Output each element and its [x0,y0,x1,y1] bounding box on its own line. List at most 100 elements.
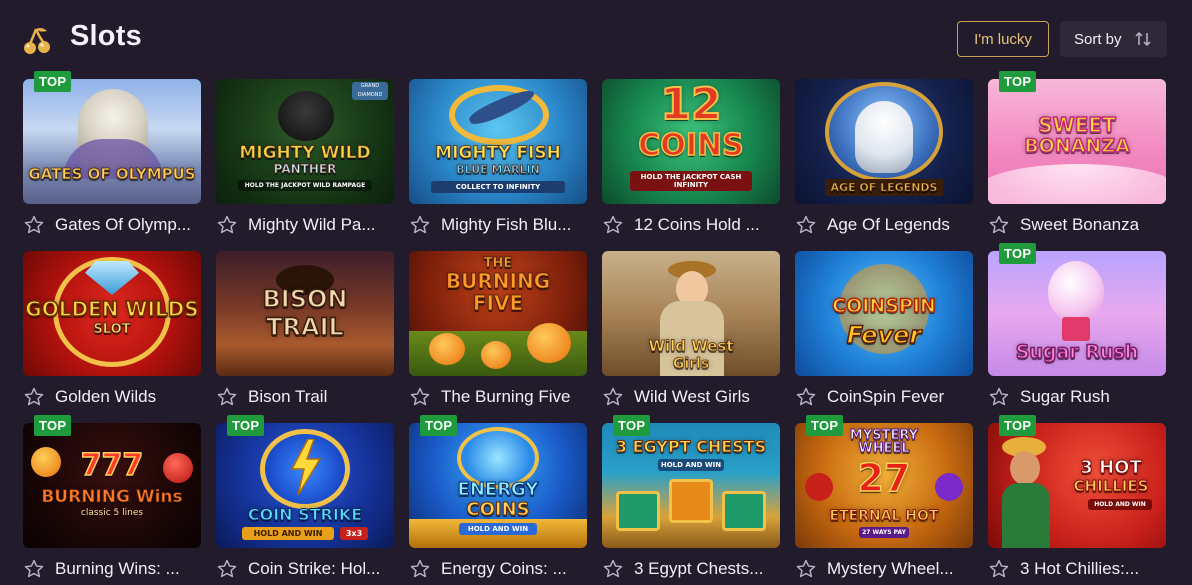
game-thumbnail[interactable]: GOLDEN WILDS SLOT [23,251,201,376]
game-card[interactable]: TOP SWEET BONANZA Sweet Bonanza [988,71,1166,236]
star-outline-icon[interactable] [602,386,624,408]
game-card[interactable]: TOP ENERGY COINS HOLD AND WIN Energy Coi… [409,415,587,580]
game-art-tagline: HOLD THE JACKPOT WILD RAMPAGE [238,180,372,191]
game-caption: Coin Strike: Hol... [216,558,394,580]
star-outline-icon[interactable] [602,558,624,580]
game-caption: Bison Trail [216,386,394,408]
sort-by-label: Sort by [1074,30,1122,48]
game-thumbnail[interactable]: 12 COINS HOLD THE JACKPOT CASH INFINITY [602,79,780,204]
game-card[interactable]: 12 COINS HOLD THE JACKPOT CASH INFINITY … [602,79,780,236]
game-name[interactable]: 3 Egypt Chests... [634,559,763,579]
game-card[interactable]: THE BURNING FIVE The Burning Five [409,251,587,408]
game-card[interactable]: TOP 3 EGYPT CHESTS HOLD AND WIN 3 Egypt … [602,415,780,580]
star-outline-icon[interactable] [23,558,45,580]
game-caption: Sweet Bonanza [988,214,1166,236]
game-card[interactable]: TOP 3 HOT CHILLIES HOLD AND WIN 3 Hot Ch… [988,415,1166,580]
game-name[interactable]: Sugar Rush [1020,387,1110,407]
game-card[interactable]: COINSPIN Fever CoinSpin Fever [795,251,973,408]
cherries-icon [24,27,50,54]
game-card[interactable]: BISON TRAIL Bison Trail [216,251,394,408]
game-name[interactable]: Mystery Wheel... [827,559,954,579]
star-outline-icon[interactable] [988,214,1010,236]
game-name[interactable]: The Burning Five [441,387,570,407]
top-badge: TOP [227,415,265,436]
game-art-subtitle: Girls [672,356,710,372]
game-thumbnail[interactable]: COIN STRIKE HOLD AND WIN 3x3 [216,423,394,548]
game-art-title: SWEET [1038,113,1117,137]
games-grid: TOP GATES OF OLYMPUS Gates Of Olymp... G… [23,71,1166,580]
game-thumbnail[interactable]: AGE OF LEGENDS [795,79,973,204]
game-name[interactable]: Coin Strike: Hol... [248,559,380,579]
star-outline-icon[interactable] [216,214,238,236]
game-art-tagline: HOLD AND WIN [459,523,537,535]
star-outline-icon[interactable] [988,386,1010,408]
star-outline-icon[interactable] [409,558,431,580]
game-card[interactable]: GRAND DIAMOND MIGHTY WILD PANTHER HOLD T… [216,79,394,236]
game-art-title: Wild West [648,337,734,355]
game-thumbnail[interactable]: MIGHTY FISH BLUE MARLIN COLLECT TO INFIN… [409,79,587,204]
game-art-subtitle: COINS [466,499,530,520]
game-name[interactable]: Gates Of Olymp... [55,215,191,235]
game-caption: Mighty Wild Pa... [216,214,394,236]
game-card[interactable]: Wild West Girls Wild West Girls [602,251,780,408]
star-outline-icon[interactable] [409,214,431,236]
star-outline-icon[interactable] [795,386,817,408]
game-name[interactable]: Mighty Wild Pa... [248,215,376,235]
game-thumbnail[interactable]: BISON TRAIL [216,251,394,376]
game-card[interactable]: TOP 777 BURNING Wins classic 5 lines Bur… [23,415,201,580]
game-name[interactable]: Bison Trail [248,387,327,407]
star-outline-icon[interactable] [988,558,1010,580]
game-thumbnail[interactable]: 3 HOT CHILLIES HOLD AND WIN [988,423,1166,548]
sort-by-button[interactable]: Sort by [1060,21,1167,57]
game-thumbnail[interactable]: COINSPIN Fever [795,251,973,376]
game-thumbnail[interactable]: ENERGY COINS HOLD AND WIN [409,423,587,548]
game-art-title: AGE OF LEGENDS [825,179,943,196]
game-caption: Mighty Fish Blu... [409,214,587,236]
game-name[interactable]: Golden Wilds [55,387,156,407]
game-art-tagline: classic 5 lines [80,508,144,518]
star-outline-icon[interactable] [409,386,431,408]
im-lucky-button[interactable]: I'm lucky [957,21,1049,57]
game-name[interactable]: Wild West Girls [634,387,750,407]
game-caption: Mystery Wheel... [795,558,973,580]
game-name[interactable]: Sweet Bonanza [1020,215,1139,235]
game-thumbnail[interactable]: GATES OF OLYMPUS [23,79,201,204]
game-name[interactable]: 3 Hot Chillies:... [1020,559,1139,579]
game-name[interactable]: Burning Wins: ... [55,559,180,579]
game-art-subtitle: BONANZA [1023,135,1130,157]
game-card[interactable]: TOP GATES OF OLYMPUS Gates Of Olymp... [23,71,201,236]
game-thumbnail[interactable]: GRAND DIAMOND MIGHTY WILD PANTHER HOLD T… [216,79,394,204]
game-art-tagline: HOLD AND WIN [242,527,334,540]
star-outline-icon[interactable] [23,214,45,236]
star-outline-icon[interactable] [216,558,238,580]
game-card[interactable]: TOP COIN STRIKE HOLD AND WIN 3x3 Coin St… [216,415,394,580]
game-card[interactable]: MIGHTY FISH BLUE MARLIN COLLECT TO INFIN… [409,79,587,236]
game-art-title: COIN STRIKE [247,505,363,524]
game-art-tagline: COLLECT TO INFINITY [431,181,565,193]
game-art-subtitle: WHEEL [858,441,910,456]
game-art-subtitle: PANTHER [273,162,337,176]
top-badge: TOP [420,415,458,436]
game-thumbnail[interactable]: THE BURNING FIVE [409,251,587,376]
game-thumbnail[interactable]: SWEET BONANZA [988,79,1166,204]
game-thumbnail[interactable]: MYSTERY WHEEL 27 ETERNAL HOT 27 WAYS PAY [795,423,973,548]
game-thumbnail[interactable]: Sugar Rush [988,251,1166,376]
game-name[interactable]: Energy Coins: ... [441,559,567,579]
star-outline-icon[interactable] [23,386,45,408]
game-name[interactable]: CoinSpin Fever [827,387,944,407]
game-card[interactable]: GOLDEN WILDS SLOT Golden Wilds [23,251,201,408]
game-name[interactable]: Age Of Legends [827,215,950,235]
star-outline-icon[interactable] [602,214,624,236]
star-outline-icon[interactable] [216,386,238,408]
star-outline-icon[interactable] [795,558,817,580]
game-thumbnail[interactable]: Wild West Girls [602,251,780,376]
game-thumbnail[interactable]: 3 EGYPT CHESTS HOLD AND WIN [602,423,780,548]
game-name[interactable]: Mighty Fish Blu... [441,215,571,235]
game-card[interactable]: AGE OF LEGENDS Age Of Legends [795,79,973,236]
game-card[interactable]: TOP Sugar Rush Sugar Rush [988,243,1166,408]
game-thumbnail[interactable]: 777 BURNING Wins classic 5 lines [23,423,201,548]
star-outline-icon[interactable] [795,214,817,236]
game-card[interactable]: TOP MYSTERY WHEEL 27 ETERNAL HOT 27 WAYS… [795,415,973,580]
game-art-title: GATES OF OLYMPUS [28,165,196,183]
game-name[interactable]: 12 Coins Hold ... [634,215,760,235]
